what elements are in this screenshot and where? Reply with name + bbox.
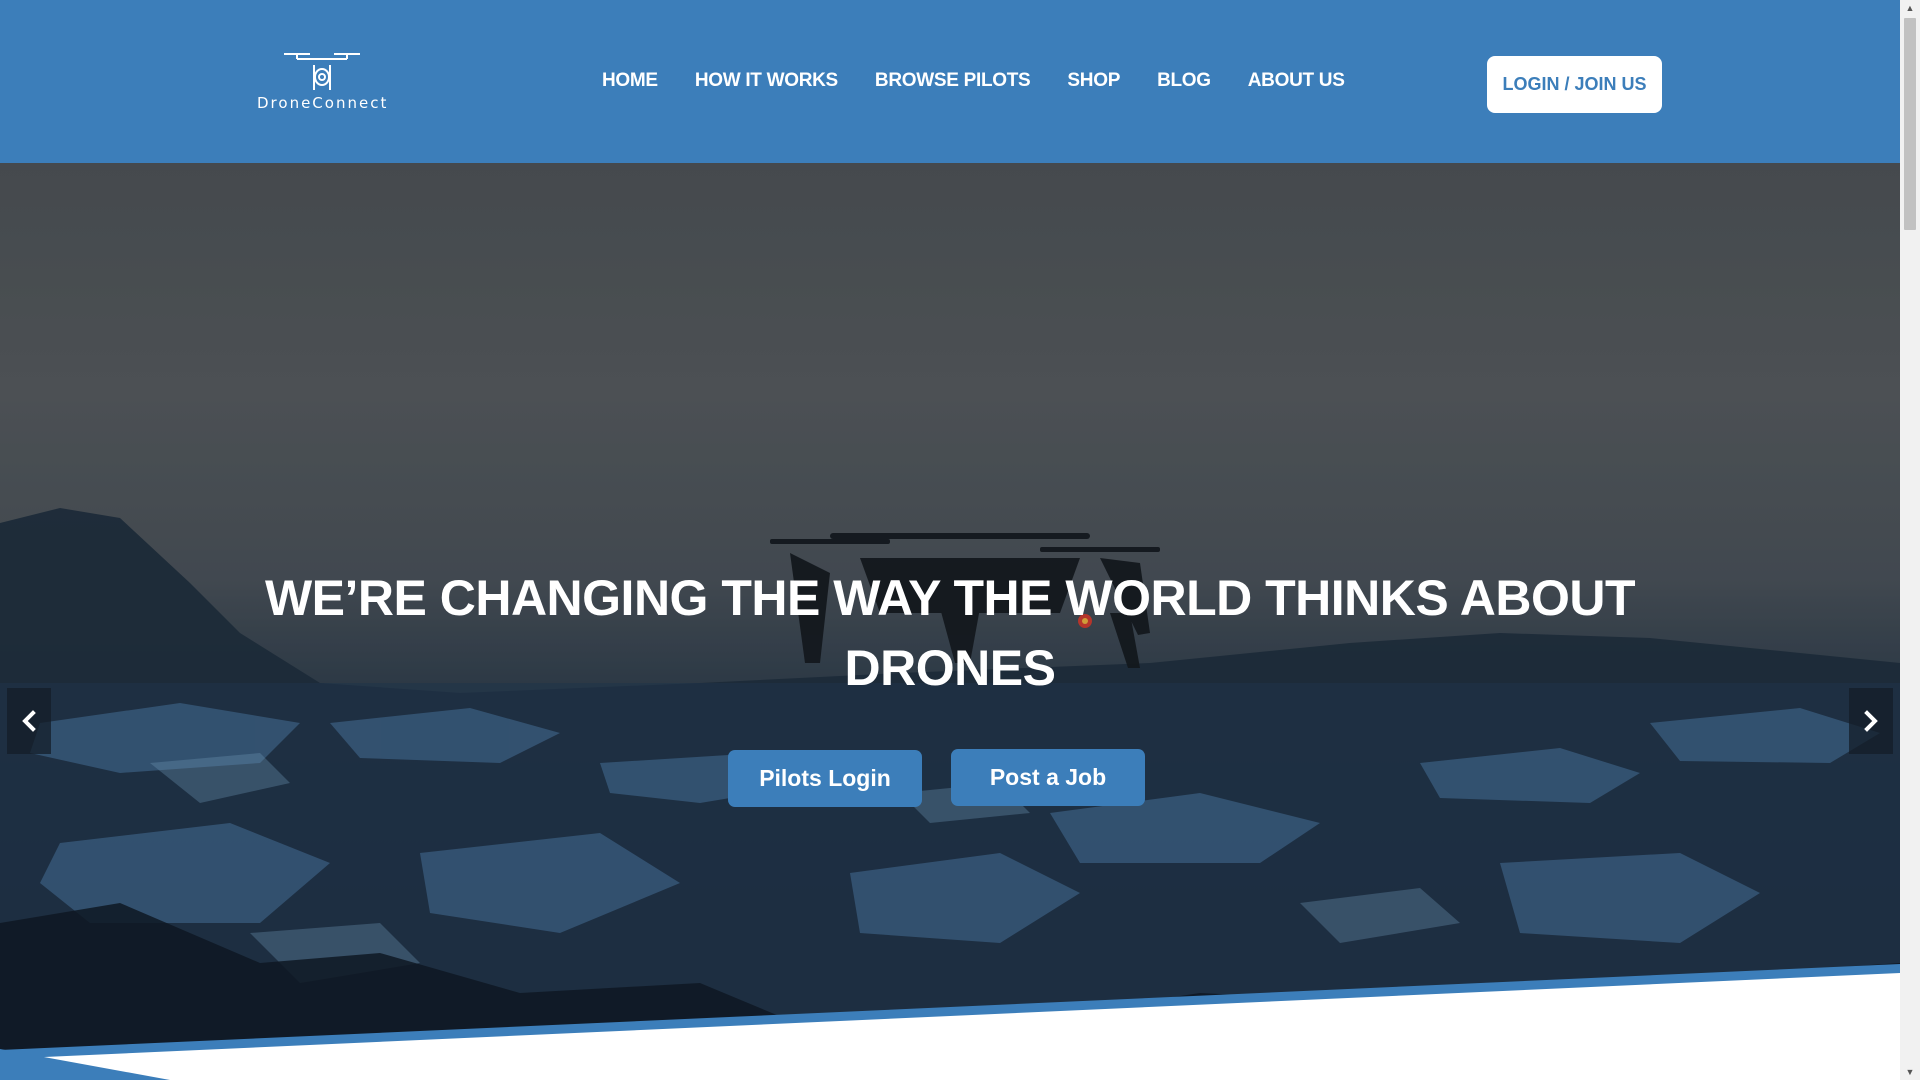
site-header: DroneConnect HOME HOW IT WORKS BROWSE PI… [0,0,1900,163]
post-job-button[interactable]: Post a Job [951,749,1145,806]
nav-about-us[interactable]: ABOUT US [1248,70,1345,92]
scroll-down-icon[interactable]: ▼ [1900,1064,1920,1080]
nav-home[interactable]: HOME [602,70,658,92]
nav-blog[interactable]: BLOG [1157,70,1211,92]
pilots-login-button[interactable]: Pilots Login [728,750,922,807]
site-logo[interactable]: DroneConnect [257,50,387,120]
page-scrollbar[interactable]: ▲ ▼ [1900,0,1920,1080]
hero-slider: WE’RE CHANGING THE WAY THE WORLD THINKS … [0,163,1900,1080]
drone-icon [284,53,360,90]
slider-next-button[interactable] [1849,688,1893,754]
slider-prev-button[interactable] [7,688,51,754]
nav-browse-pilots[interactable]: BROWSE PILOTS [875,70,1031,92]
nav-how-it-works[interactable]: HOW IT WORKS [695,70,838,92]
scroll-thumb[interactable] [1904,18,1916,230]
login-join-button[interactable]: LOGIN / JOIN US [1487,56,1662,113]
chevron-left-icon [22,710,36,732]
scroll-up-icon[interactable]: ▲ [1900,0,1920,16]
chevron-right-icon [1864,710,1878,732]
nav-shop[interactable]: SHOP [1067,70,1120,92]
main-nav: HOME HOW IT WORKS BROWSE PILOTS SHOP BLO… [602,70,1345,92]
brand-name: DroneConnect [257,94,389,112]
hero-title: WE’RE CHANGING THE WAY THE WORLD THINKS … [264,570,1636,696]
